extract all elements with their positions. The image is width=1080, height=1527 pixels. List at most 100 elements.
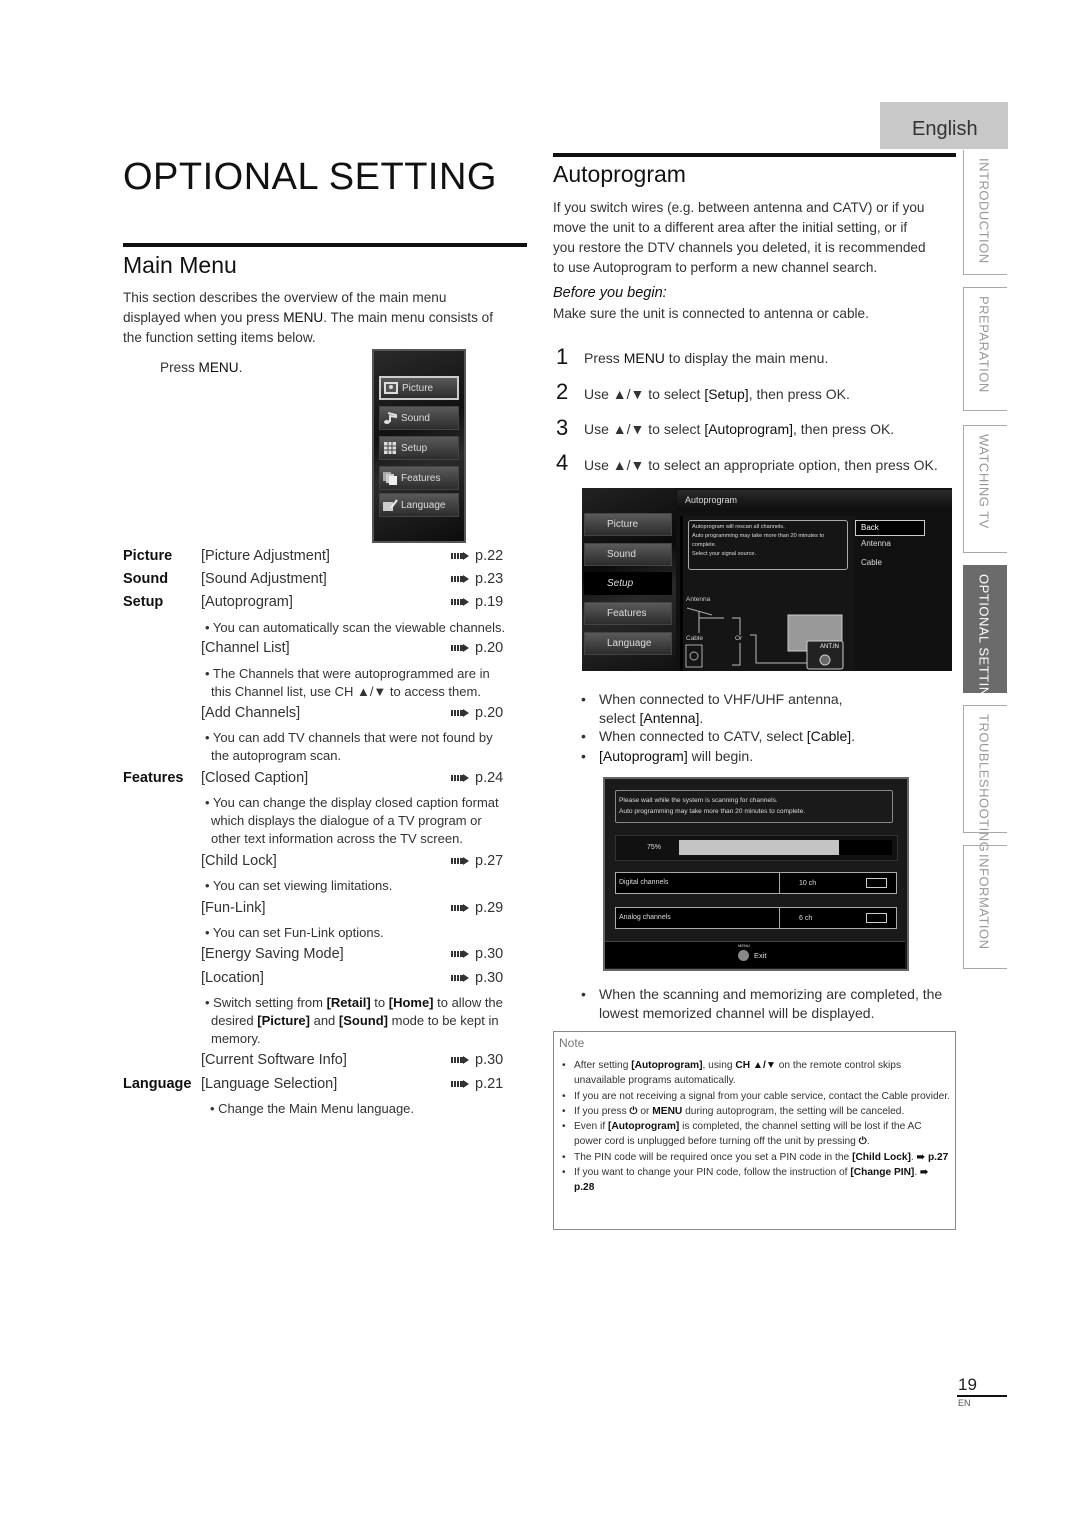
tv-menu-item-language[interactable]: Language bbox=[379, 493, 459, 517]
music-note-icon bbox=[384, 412, 397, 424]
option-cable[interactable]: Cable bbox=[861, 558, 882, 567]
page-ref-text: p.29 bbox=[475, 900, 504, 916]
arrow-icon bbox=[451, 1080, 469, 1089]
tv-menu-label: Picture bbox=[402, 382, 434, 394]
note-line: memory. bbox=[211, 1031, 261, 1046]
page-ref-text: p.20 bbox=[475, 705, 504, 721]
option-antenna[interactable]: Antenna bbox=[861, 539, 891, 548]
note-text: or bbox=[637, 1105, 653, 1117]
side-tab-troubleshooting[interactable]: TROUBLESHOOTING bbox=[963, 705, 1007, 852]
screen-menu-picture[interactable]: Picture bbox=[584, 513, 672, 536]
page-ref[interactable]: p.27 bbox=[451, 853, 503, 869]
note-item: If you are not receiving a signal from y… bbox=[560, 1089, 951, 1105]
note-emphasis: [Autoprogram] bbox=[607, 1121, 680, 1133]
note-text: during autoprogram, the setting will be … bbox=[682, 1105, 905, 1117]
footer-rule bbox=[957, 1395, 1007, 1397]
page-ref[interactable]: p.23 bbox=[451, 571, 503, 587]
note-line: • The Channels that were autoprogrammed … bbox=[205, 666, 490, 681]
bullet-antenna: When connected to VHF/UHF antenna, selec… bbox=[581, 690, 843, 728]
page-ref[interactable]: p.19 bbox=[451, 594, 503, 610]
page-ref[interactable]: p.30 bbox=[451, 1052, 503, 1068]
page-ref[interactable]: p.22 bbox=[451, 548, 503, 564]
autoprogram-intro: If you switch wires (e.g. between antenn… bbox=[553, 198, 963, 278]
note-title: Note bbox=[559, 1036, 585, 1050]
page-ref[interactable]: p.20 bbox=[451, 705, 503, 721]
page-ref[interactable]: p.24 bbox=[451, 770, 503, 786]
text: [Autoprogram] bbox=[704, 421, 794, 437]
page-ref[interactable]: p.30 bbox=[451, 970, 503, 986]
side-tab-introduction[interactable]: INTRODUCTION bbox=[963, 150, 1007, 275]
menu-row: Setup [Autoprogram] p.19 bbox=[123, 594, 523, 614]
text: mode to be kept in bbox=[388, 1013, 499, 1028]
text: Use ▲/▼ to select an appropriate option,… bbox=[584, 457, 938, 473]
screen-menu-features[interactable]: Features bbox=[584, 602, 672, 625]
note-emphasis: ➠ p.27 bbox=[916, 1151, 949, 1163]
digital-channels-row: Digital channels 10 ch bbox=[615, 872, 897, 894]
text: , then press OK. bbox=[793, 421, 895, 437]
exit-label[interactable]: Exit bbox=[754, 951, 767, 960]
menu-key: MENU bbox=[198, 360, 239, 375]
tv-scanning-screen: Please wait while the system is scanning… bbox=[603, 777, 909, 971]
tv-main-menu: Picture Sound Setup Features Language bbox=[372, 349, 466, 543]
page-ref[interactable]: p.29 bbox=[451, 900, 503, 916]
text: select [Antenna]. bbox=[599, 709, 843, 728]
text: Press bbox=[160, 360, 199, 375]
side-tab-preparation[interactable]: PREPARATION bbox=[963, 287, 1007, 411]
tv-menu-label: Setup bbox=[607, 578, 634, 589]
tv-menu-label: Language bbox=[401, 499, 446, 511]
note-item: After setting [Autoprogram], using CH ▲/… bbox=[560, 1058, 951, 1089]
intro-line: the function setting items below. bbox=[123, 330, 316, 345]
tv-menu-item-features[interactable]: Features bbox=[379, 466, 459, 490]
diagram-port-label: ANT.IN bbox=[820, 644, 840, 650]
side-tab-optional-setting[interactable]: OPTIONAL SETTING bbox=[963, 565, 1007, 707]
text: to bbox=[370, 995, 389, 1010]
divider bbox=[779, 873, 780, 893]
progress-fill bbox=[679, 840, 839, 855]
menu-row: [Add Channels] p.20 bbox=[123, 705, 523, 725]
side-tab-label: PREPARATION bbox=[976, 296, 992, 393]
menu-item: [Add Channels] bbox=[201, 705, 301, 721]
arrow-icon bbox=[451, 857, 469, 866]
menu-button-icon[interactable] bbox=[738, 950, 749, 961]
main-menu-intro: This section describes the overview of t… bbox=[123, 288, 533, 348]
side-tab-label: TROUBLESHOOTING bbox=[976, 714, 992, 853]
arrow-icon bbox=[451, 552, 469, 561]
progress-track bbox=[679, 840, 892, 855]
side-tab-information[interactable]: INFORMATION bbox=[963, 845, 1007, 969]
note-emphasis: [Autoprogram] bbox=[631, 1060, 703, 1071]
page-ref[interactable]: p.21 bbox=[451, 1076, 503, 1092]
screen-menu-language[interactable]: Language bbox=[584, 632, 672, 655]
text: . bbox=[699, 710, 704, 726]
text: When the scanning and memorizing are com… bbox=[599, 986, 943, 1002]
text: When connected to CATV, select bbox=[599, 728, 807, 744]
screen-menu-setup[interactable]: Setup bbox=[584, 572, 672, 595]
bullet-cable: When connected to CATV, select [Cable]. bbox=[581, 727, 855, 746]
page-ref[interactable]: p.30 bbox=[451, 946, 503, 962]
tv-menu-item-sound[interactable]: Sound bbox=[379, 406, 459, 430]
arrow-icon bbox=[451, 950, 469, 959]
text: lowest memorized channel will be display… bbox=[599, 1005, 875, 1021]
step-text: Use ▲/▼ to select [Setup], then press OK… bbox=[584, 386, 850, 402]
menu-item: [Location] bbox=[201, 970, 264, 986]
side-tab-watching-tv[interactable]: WATCHING TV bbox=[963, 425, 1007, 553]
text: to allow the bbox=[433, 995, 503, 1010]
page-ref[interactable]: p.20 bbox=[451, 640, 503, 656]
tv-menu-item-picture[interactable]: Picture bbox=[379, 376, 459, 400]
step-number: 4 bbox=[556, 450, 569, 475]
arrow-icon bbox=[451, 709, 469, 718]
menu-row: [Energy Saving Mode] p.30 bbox=[123, 946, 523, 966]
screen-menu-sound[interactable]: Sound bbox=[584, 543, 672, 566]
intro-line: move the unit to a different area after … bbox=[553, 220, 908, 235]
arrow-icon bbox=[451, 598, 469, 607]
scan-message-box: Please wait while the system is scanning… bbox=[615, 790, 893, 823]
progress-row: 75% bbox=[615, 835, 898, 861]
option-back[interactable]: Back bbox=[855, 520, 925, 536]
note-text: The PIN code will be required once you s… bbox=[574, 1151, 853, 1163]
page-ref-text: p.21 bbox=[475, 1076, 504, 1092]
note-item: If you want to change your PIN code, fol… bbox=[560, 1165, 951, 1196]
arrow-icon bbox=[451, 575, 469, 584]
keyboard-pen-icon bbox=[383, 499, 398, 511]
tv-menu-item-setup[interactable]: Setup bbox=[379, 436, 459, 460]
text: [Picture] bbox=[257, 1013, 310, 1028]
page-ref-text: p.30 bbox=[475, 970, 504, 986]
